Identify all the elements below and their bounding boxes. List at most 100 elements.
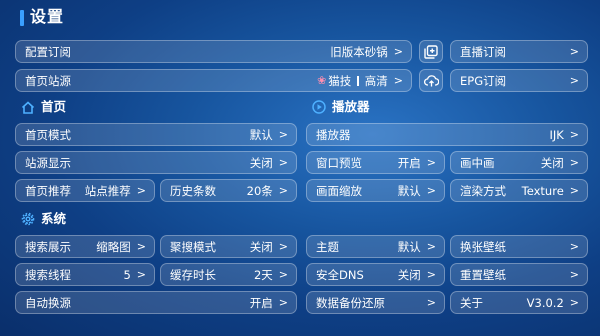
row-value-group: 开启 > [398,155,436,171]
backup-restore-row[interactable]: 数据备份还原 > [306,291,445,314]
page-title: 设置 [30,7,65,26]
row-value: 20条 [246,183,273,198]
zoom-row[interactable]: 画面缩放 默认 > [306,179,445,202]
row-value-group: 20条 > [247,183,288,199]
row-label: 首页站源 [25,73,71,88]
row-value-group: 关闭 > [250,239,288,255]
theme-row[interactable]: 主题 默认 > [306,235,445,258]
row-value-group: 默认 > [398,183,436,199]
row-value: 关闭 [540,155,564,170]
row-label: 关于 [460,295,483,310]
upload-button[interactable] [419,69,443,92]
row-value-group: 旧版本砂锅 > [330,44,403,60]
search-threads-row[interactable]: 搜索线程 5 > [15,263,155,286]
row-value: V3.0.2 [526,295,564,310]
row-value: 关闭 [249,155,273,170]
row-label: 直播订阅 [460,44,506,59]
chevron-right-icon: > [278,240,288,253]
row-label: 渲染方式 [460,183,506,198]
row-value-group: > [564,240,579,253]
player-row[interactable]: 播放器 IJK > [306,123,588,146]
flower-icon: ❀ [317,74,327,87]
chevron-right-icon: > [569,268,579,281]
row-value: 缩略图 [96,239,131,254]
add-subscription-button[interactable] [419,40,443,63]
row-value: IJK [549,127,564,142]
reset-wallpaper-row[interactable]: 重置壁纸 > [450,263,588,286]
row-label: 自动换源 [25,295,71,310]
aggregate-search-row[interactable]: 聚搜模式 关闭 > [160,235,297,258]
row-value: 旧版本砂锅 [330,44,388,59]
row-value: 2天 [253,267,273,282]
row-value-group: V3.0.2 > [527,296,579,310]
pip-row[interactable]: 画中画 关闭 > [450,151,588,174]
chevron-right-icon: > [569,128,579,141]
chevron-right-icon: > [569,74,579,87]
chevron-right-icon: > [569,240,579,253]
row-value: 默认 [397,183,421,198]
title-accent-bar [20,10,24,26]
epg-subscription-row[interactable]: EPG订阅 > [450,69,588,92]
row-label: 画中画 [460,155,495,170]
chevron-right-icon: > [569,184,579,197]
chevron-right-icon: > [569,296,579,309]
auto-switch-source-row[interactable]: 自动换源 开启 > [15,291,297,314]
chevron-right-icon: > [278,184,288,197]
row-value-group: > [421,296,436,309]
source-display-row[interactable]: 站源显示 关闭 > [15,151,297,174]
row-value: 默认 [249,127,273,142]
cache-duration-row[interactable]: 缓存时长 2天 > [160,263,297,286]
home-icon [21,100,35,114]
history-count-row[interactable]: 历史条数 20条 > [160,179,297,202]
row-value-group: 2天 > [254,267,288,283]
section-title: 系统 [41,211,67,226]
subscription-config-row[interactable]: 配置订阅 旧版本砂锅 > [15,40,412,63]
section-title: 首页 [41,99,67,114]
row-value-group: Texture > [522,184,579,198]
row-label: 安全DNS [316,267,364,282]
row-value-group: 关闭 > [250,155,288,171]
chevron-right-icon: > [278,128,288,141]
value-separator [357,75,359,86]
chevron-right-icon: > [426,240,436,253]
chevron-right-icon: > [569,156,579,169]
row-value-group: 默认 > [398,239,436,255]
row-value-group: > [564,268,579,281]
row-value: 5 [123,267,131,282]
row-label: 窗口预览 [316,155,362,170]
source-quality: 高清 [364,73,388,88]
add-box-icon [424,44,438,59]
live-subscription-row[interactable]: 直播订阅 > [450,40,588,63]
row-value: Texture [521,183,564,198]
home-mode-row[interactable]: 首页模式 默认 > [15,123,297,146]
change-wallpaper-row[interactable]: 换张壁纸 > [450,235,588,258]
chevron-right-icon: > [393,74,403,87]
row-label: 主题 [316,239,339,254]
row-value: 关闭 [397,267,421,282]
search-display-row[interactable]: 搜索展示 缩略图 > [15,235,155,258]
row-label: 站源显示 [25,155,71,170]
secure-dns-row[interactable]: 安全DNS 关闭 > [306,263,445,286]
chevron-right-icon: > [426,156,436,169]
row-value: 默认 [397,239,421,254]
render-mode-row[interactable]: 渲染方式 Texture > [450,179,588,202]
section-header-system: 系统 [21,211,66,227]
cloud-upload-icon [423,75,439,87]
row-label: 换张壁纸 [460,239,506,254]
chevron-right-icon: > [278,296,288,309]
chevron-right-icon: > [136,184,146,197]
chevron-right-icon: > [393,45,403,58]
row-value-group: 默认 > [250,127,288,143]
row-value: 站点推荐 [84,183,131,198]
chevron-right-icon: > [278,156,288,169]
chevron-right-icon: > [569,45,579,58]
row-value-group: > [564,45,579,58]
chevron-right-icon: > [136,240,146,253]
window-preview-row[interactable]: 窗口预览 开启 > [306,151,445,174]
home-source-row[interactable]: 首页站源 ❀ 猫技 高清 > [15,69,412,92]
home-recommend-row[interactable]: 首页推荐 站点推荐 > [15,179,155,202]
about-row[interactable]: 关于 V3.0.2 > [450,291,588,314]
play-circle-icon [312,100,326,114]
row-value-group: 开启 > [250,295,288,311]
row-value-group: 站点推荐 > [85,183,146,199]
